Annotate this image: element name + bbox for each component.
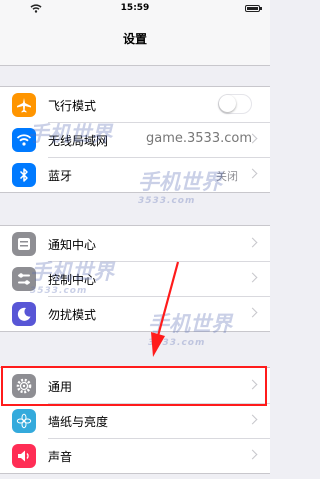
annotation-arrow-icon (151, 261, 180, 357)
